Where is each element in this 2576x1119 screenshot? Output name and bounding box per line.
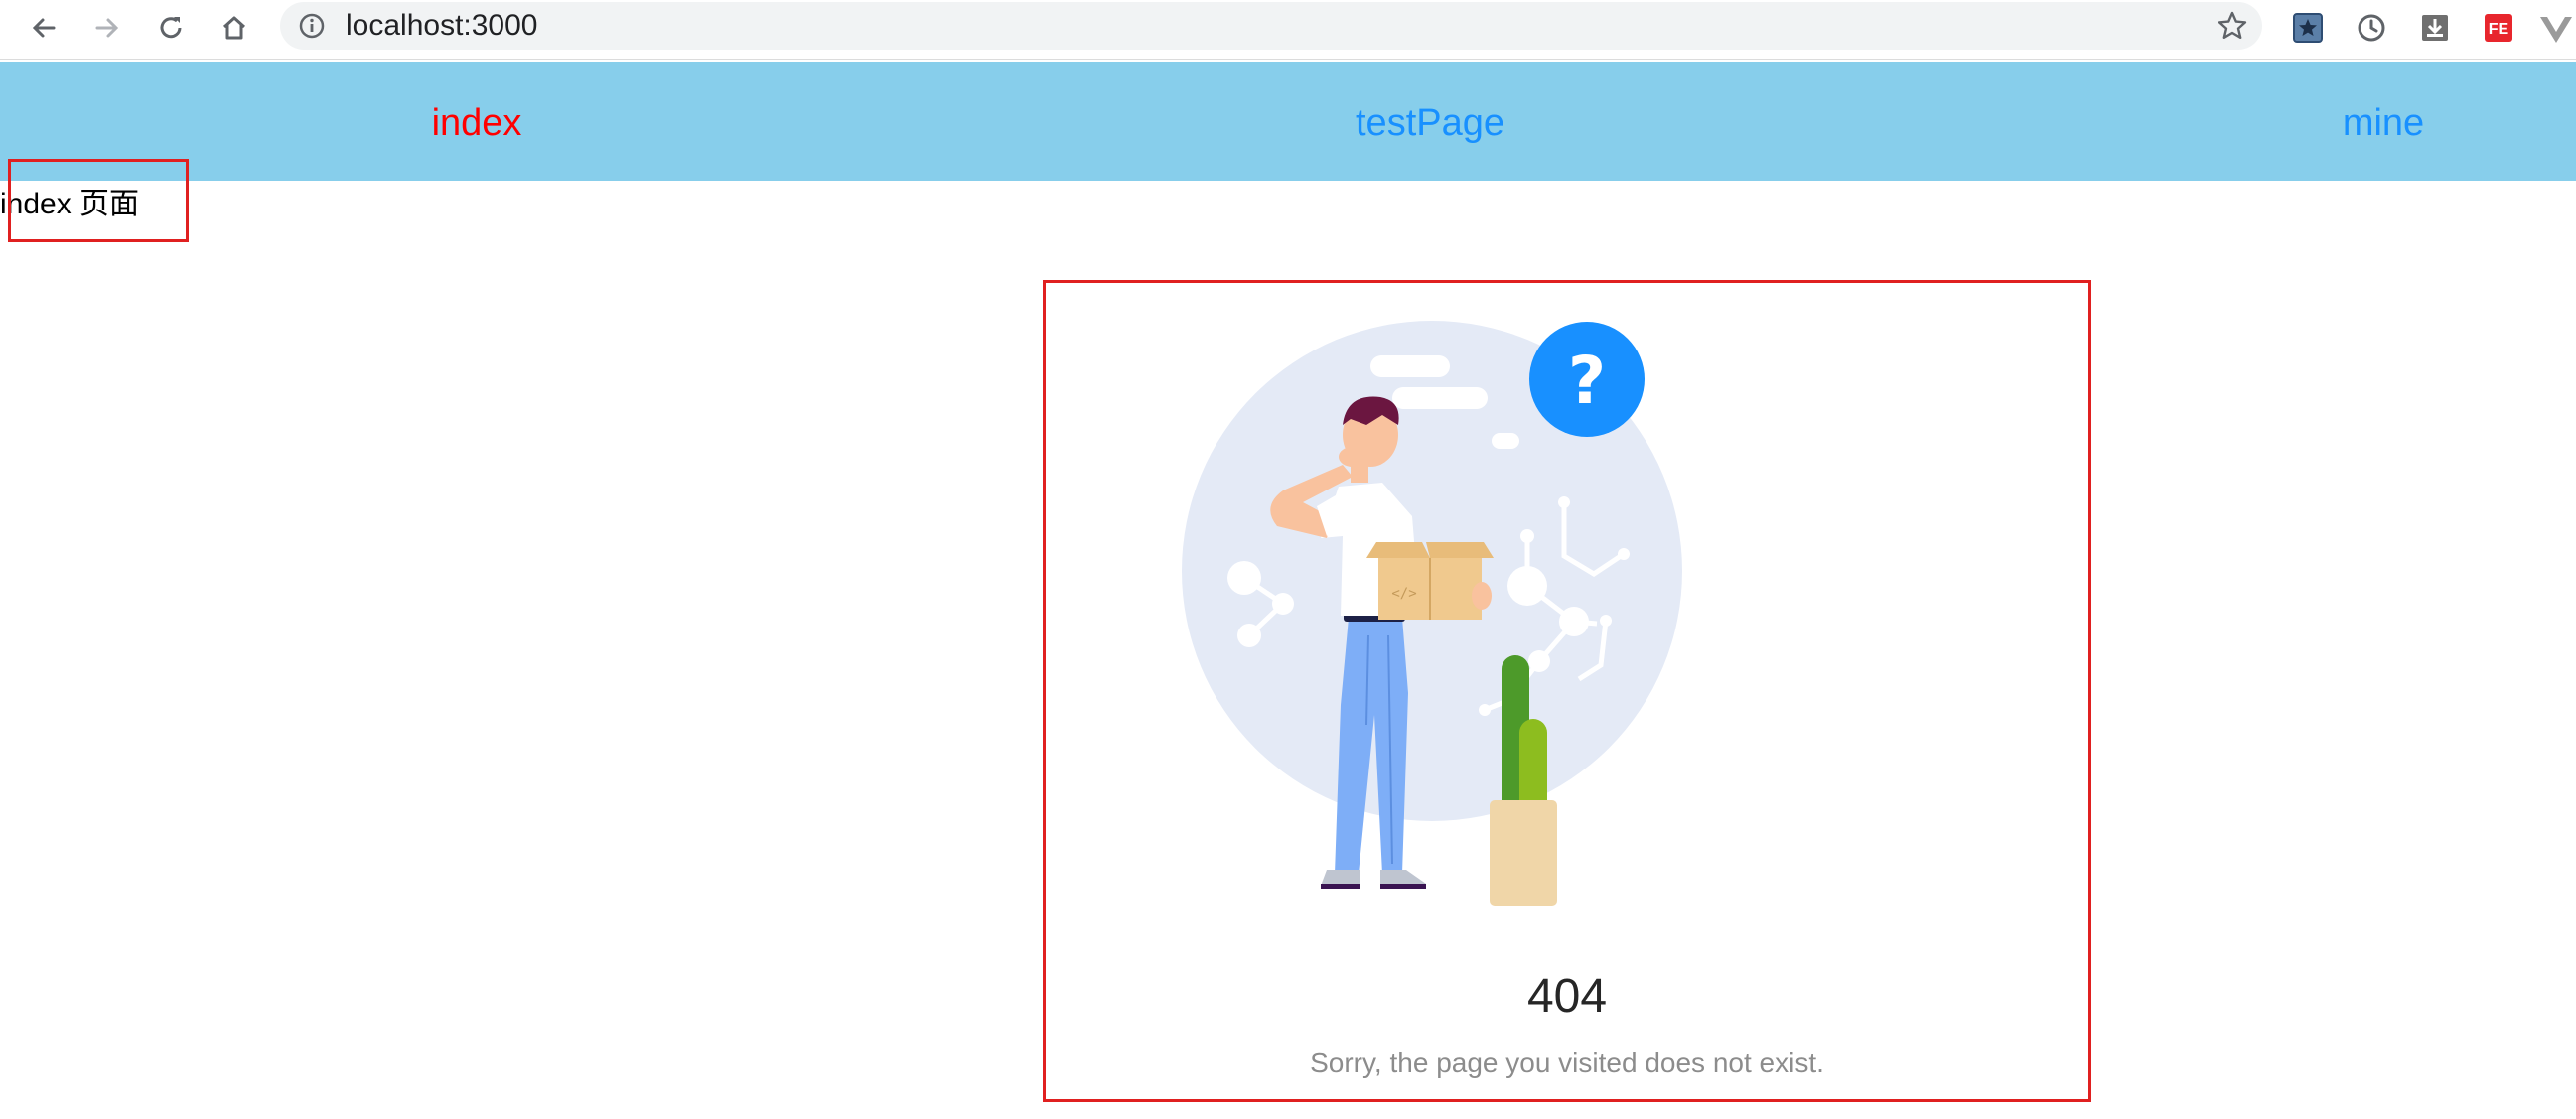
error-subtitle: Sorry, the page you visited does not exi… [1310, 1048, 1824, 1078]
bookmark-extension-icon [2293, 13, 2323, 43]
bookmark-extension-button[interactable] [2286, 6, 2330, 50]
download-extension-button[interactable] [2413, 6, 2457, 50]
info-icon[interactable] [298, 12, 326, 40]
reload-icon [160, 17, 182, 39]
history-icon [2358, 14, 2385, 42]
nav-link-index[interactable]: index [432, 99, 522, 147]
forward-button[interactable] [85, 6, 129, 50]
nav-link-mine[interactable]: mine [2343, 99, 2424, 147]
svg-text:?: ? [1568, 343, 1606, 419]
code-box-icon: </> [1366, 542, 1494, 620]
fe-extension-icon: FE [2485, 14, 2512, 42]
svg-text:FE: FE [2489, 21, 2509, 38]
vue-devtools-icon [2540, 17, 2572, 43]
home-icon [222, 16, 246, 40]
svg-text:</>: </> [1391, 586, 1416, 602]
bookmark-star-icon[interactable] [2217, 10, 2248, 42]
history-extension-button[interactable] [2350, 6, 2393, 50]
error-status-code: 404 [1526, 970, 1608, 1023]
browser-toolbar: localhost:3000 FE [0, 0, 2576, 60]
fe-extension-button[interactable]: FE [2477, 6, 2520, 50]
vue-devtools-button[interactable] [2534, 6, 2576, 50]
not-found-illustration: ? </> [1182, 321, 1682, 906]
back-arrow-icon [32, 18, 56, 38]
top-nav-bar: index testPage mine [0, 62, 2576, 181]
back-button[interactable] [22, 6, 66, 50]
reload-button[interactable] [149, 6, 193, 50]
download-icon [2422, 15, 2448, 41]
forward-arrow-icon [95, 18, 119, 38]
highlight-box-page-label [8, 159, 189, 242]
address-bar[interactable]: localhost:3000 [280, 2, 2262, 50]
home-button[interactable] [213, 6, 256, 50]
nav-link-testpage[interactable]: testPage [1356, 99, 1504, 147]
url-text[interactable]: localhost:3000 [346, 10, 537, 42]
